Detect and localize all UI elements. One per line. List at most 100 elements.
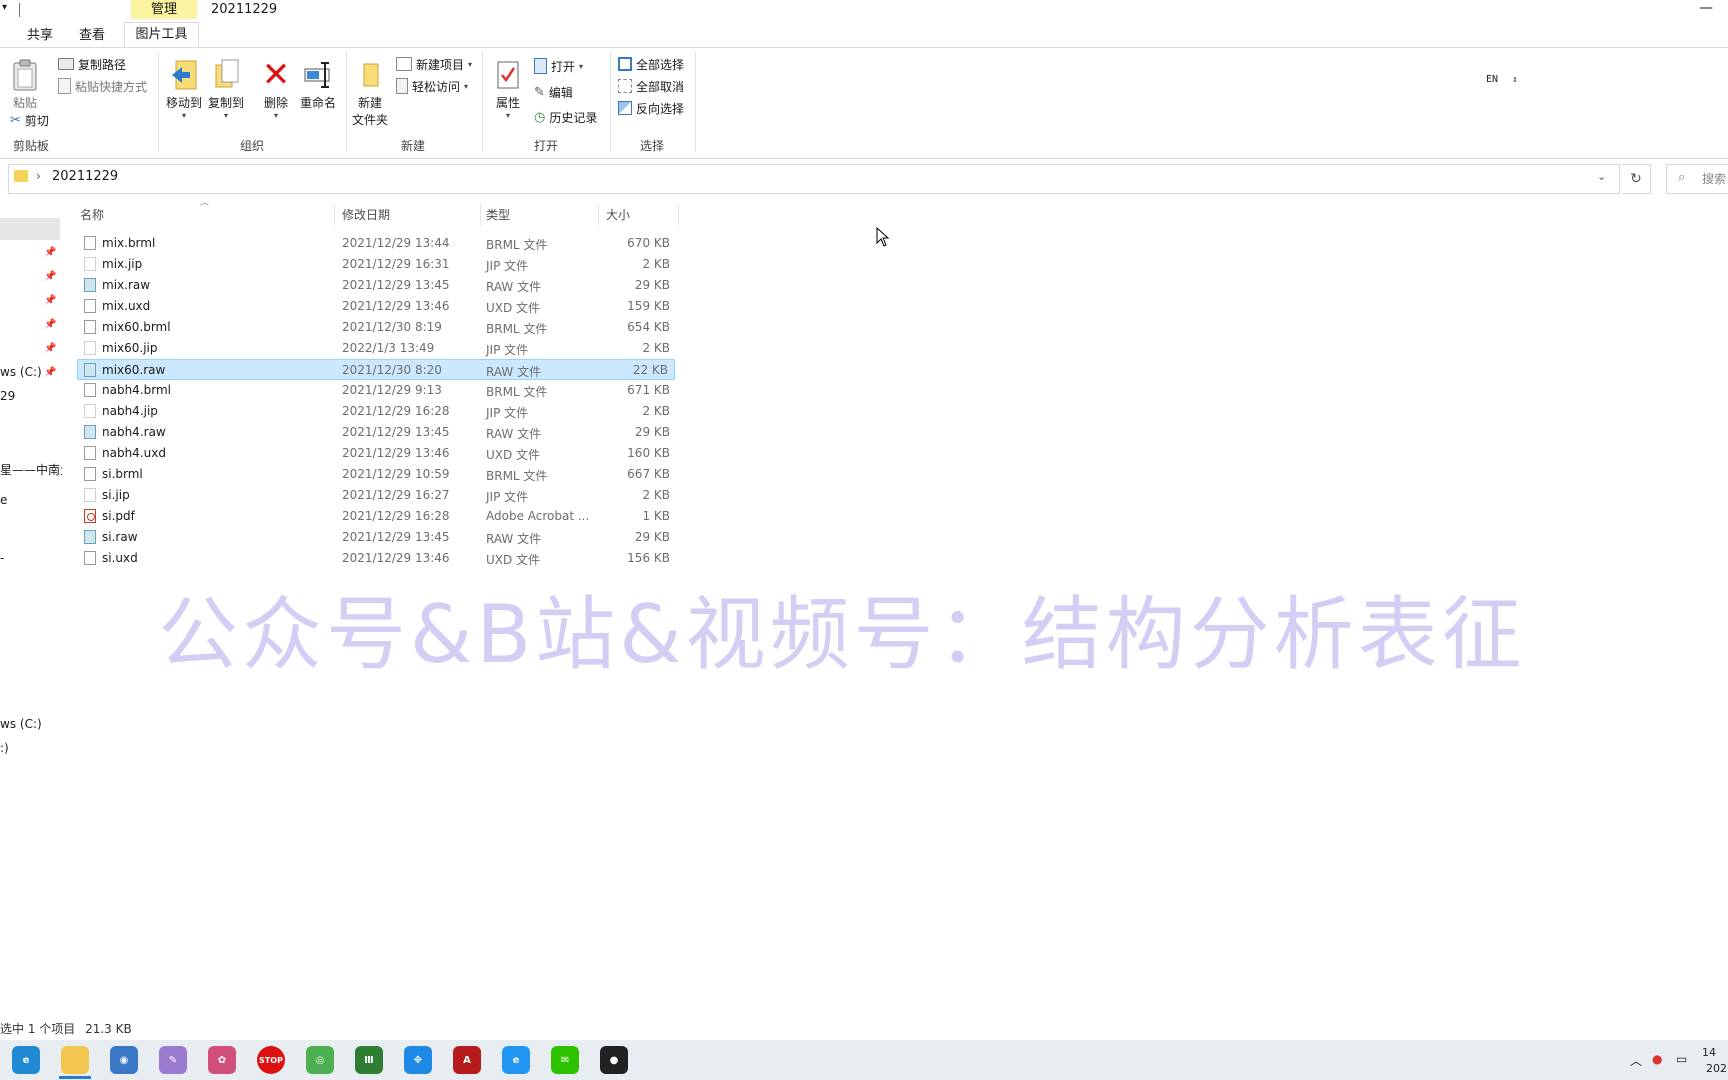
- edit-button[interactable]: ✎ 编辑: [534, 82, 573, 102]
- new-folder-button[interactable]: 新建 文件夹: [350, 56, 390, 128]
- nav-selected-item[interactable]: [0, 218, 60, 240]
- nav-item[interactable]: -: [0, 551, 4, 565]
- file-row[interactable]: si.pdf 2021/12/29 16:28 Adobe Acrobat ... 1…: [78, 506, 676, 527]
- nav-item[interactable]: ws (C:): [0, 365, 42, 379]
- new-folder-icon: [350, 56, 390, 94]
- address-bar[interactable]: [8, 164, 1620, 194]
- history-button[interactable]: ◷ 历史记录: [534, 107, 597, 127]
- copy-path-button[interactable]: 复制路径: [58, 54, 126, 74]
- nav-item[interactable]: 星——中南大: [0, 461, 62, 478]
- wechat-icon[interactable]: ✉: [551, 1046, 579, 1074]
- file-row[interactable]: mix.brml 2021/12/29 13:44 BRML 文件 670 KB: [78, 233, 676, 254]
- tab-picture-tools[interactable]: 图片工具: [124, 22, 199, 47]
- chevron-right-icon[interactable]: ›: [36, 169, 41, 183]
- tab-view[interactable]: 查看: [79, 26, 105, 46]
- network-icon[interactable]: ▭: [1676, 1052, 1687, 1066]
- stop-icon[interactable]: STOP: [257, 1046, 285, 1074]
- file-row[interactable]: si.jip 2021/12/29 16:27 JIP 文件 2 KB: [78, 485, 676, 506]
- delete-button[interactable]: ✕ 删除 ▾: [258, 55, 294, 120]
- pin-icon[interactable]: 📌: [44, 247, 56, 258]
- clock-date[interactable]: 202: [1706, 1062, 1727, 1075]
- column-separator[interactable]: [334, 204, 335, 226]
- file-row[interactable]: nabh4.uxd 2021/12/29 13:46 UXD 文件 160 KB: [78, 443, 676, 464]
- file-size: 1 KB: [642, 509, 670, 523]
- file-row[interactable]: si.raw 2021/12/29 13:45 RAW 文件 29 KB: [78, 527, 676, 548]
- tray-overflow-icon[interactable]: ︿: [1630, 1052, 1642, 1069]
- open-button[interactable]: 打开 ▾: [534, 56, 583, 76]
- column-separator[interactable]: [598, 204, 599, 226]
- copy-to-button[interactable]: 复制到 ▾: [206, 56, 246, 120]
- nav-item[interactable]: e: [0, 493, 7, 507]
- rename-button[interactable]: 重命名: [298, 56, 338, 111]
- app5-icon[interactable]: ✿: [208, 1046, 236, 1074]
- clock-time[interactable]: 14: [1702, 1046, 1716, 1059]
- new-group-label: 新建: [401, 139, 426, 153]
- chrome-icon[interactable]: ◎: [306, 1046, 334, 1074]
- properties-button[interactable]: 属性 ▾: [490, 56, 526, 120]
- column-header-type[interactable]: 类型: [486, 206, 510, 223]
- pin-icon[interactable]: 📌: [44, 295, 56, 306]
- app4-icon[interactable]: ✎: [159, 1046, 187, 1074]
- pin-icon[interactable]: 📌: [44, 271, 56, 282]
- paste-button[interactable]: 粘贴: [8, 56, 42, 111]
- new-item-button[interactable]: 新建项目 ▾: [396, 54, 472, 74]
- file-date: 2021/12/29 13:46: [342, 551, 450, 565]
- easy-access-button[interactable]: 轻松访问 ▾: [396, 76, 468, 96]
- file-date: 2021/12/29 13:46: [342, 299, 450, 313]
- rename-label: 重命名: [299, 96, 336, 110]
- file-row[interactable]: nabh4.raw 2021/12/29 13:45 RAW 文件 29 KB: [78, 422, 676, 443]
- cut-button[interactable]: ✂ 剪切: [10, 110, 49, 130]
- pin-icon[interactable]: 📌: [44, 343, 56, 354]
- raw-file-icon: [84, 425, 96, 439]
- column-header-date[interactable]: 修改日期: [342, 206, 390, 223]
- file-row[interactable]: mix60.raw 2021/12/30 8:20 RAW 文件 22 KB: [77, 359, 675, 380]
- address-history-dropdown-icon[interactable]: ⌄: [1597, 170, 1606, 183]
- file-row[interactable]: mix.raw 2021/12/29 13:45 RAW 文件 29 KB: [78, 275, 676, 296]
- file-row[interactable]: si.brml 2021/12/29 10:59 BRML 文件 667 KB: [78, 464, 676, 485]
- file-date: 2021/12/29 13:44: [342, 236, 450, 250]
- file-icon: [84, 467, 96, 481]
- column-header-size[interactable]: 大小: [606, 206, 630, 223]
- pin-icon[interactable]: 📌: [44, 367, 56, 378]
- nav-item[interactable]: :): [0, 741, 9, 755]
- refresh-button[interactable]: ↻: [1622, 164, 1651, 194]
- qq-tray-icon[interactable]: ●: [1652, 1052, 1662, 1066]
- file-size: 667 KB: [627, 467, 670, 481]
- file-date: 2022/1/3 13:49: [342, 341, 435, 355]
- address-path[interactable]: 20211229: [52, 169, 118, 184]
- paste-shortcut-button[interactable]: 粘贴快捷方式: [58, 76, 147, 96]
- move-to-button[interactable]: 移动到 ▾: [164, 56, 204, 120]
- nav-item[interactable]: 29: [0, 389, 15, 403]
- origin-icon[interactable]: Ⅲ: [355, 1046, 383, 1074]
- column-separator[interactable]: [480, 204, 481, 226]
- context-tab-manage[interactable]: 管理: [131, 0, 197, 19]
- column-header-name[interactable]: 名称: [80, 206, 104, 223]
- edge-icon[interactable]: e: [12, 1046, 40, 1074]
- tab-share[interactable]: 共享: [27, 26, 53, 46]
- file-size: 160 KB: [627, 446, 670, 460]
- pin-icon[interactable]: 📌: [44, 319, 56, 330]
- invert-selection-button[interactable]: 反向选择: [618, 98, 684, 118]
- file-name: nabh4.uxd: [102, 446, 166, 460]
- file-row[interactable]: mix.uxd 2021/12/29 13:46 UXD 文件 159 KB: [78, 296, 676, 317]
- file-row[interactable]: mix60.jip 2022/1/3 13:49 JIP 文件 2 KB: [78, 338, 676, 359]
- app3-icon[interactable]: ◉: [110, 1046, 138, 1074]
- ie-icon[interactable]: e: [502, 1046, 530, 1074]
- obs-icon[interactable]: ●: [600, 1046, 628, 1074]
- select-all-button[interactable]: 全部选择: [618, 54, 684, 74]
- minimize-button[interactable]: —: [1696, 0, 1716, 20]
- nav-item[interactable]: ws (C:): [0, 717, 42, 731]
- select-none-button[interactable]: 全部取消: [618, 76, 684, 96]
- file-row[interactable]: mix60.brml 2021/12/30 8:19 BRML 文件 654 KB: [78, 317, 676, 338]
- language-indicator[interactable]: EN ⇕: [1486, 74, 1518, 85]
- file-explorer-icon[interactable]: [61, 1046, 89, 1074]
- file-row[interactable]: nabh4.jip 2021/12/29 16:28 JIP 文件 2 KB: [78, 401, 676, 422]
- file-row[interactable]: si.uxd 2021/12/29 13:46 UXD 文件 156 KB: [78, 548, 676, 569]
- app9-icon[interactable]: ✥: [404, 1046, 432, 1074]
- file-row[interactable]: mix.jip 2021/12/29 16:31 JIP 文件 2 KB: [78, 254, 676, 275]
- file-row[interactable]: nabh4.brml 2021/12/29 9:13 BRML 文件 671 KB: [78, 380, 676, 401]
- file-name: nabh4.jip: [102, 404, 158, 418]
- acrobat-icon[interactable]: A: [453, 1046, 481, 1074]
- column-separator[interactable]: [678, 204, 679, 226]
- quick-access-dropdown-icon[interactable]: ▾: [2, 2, 7, 13]
